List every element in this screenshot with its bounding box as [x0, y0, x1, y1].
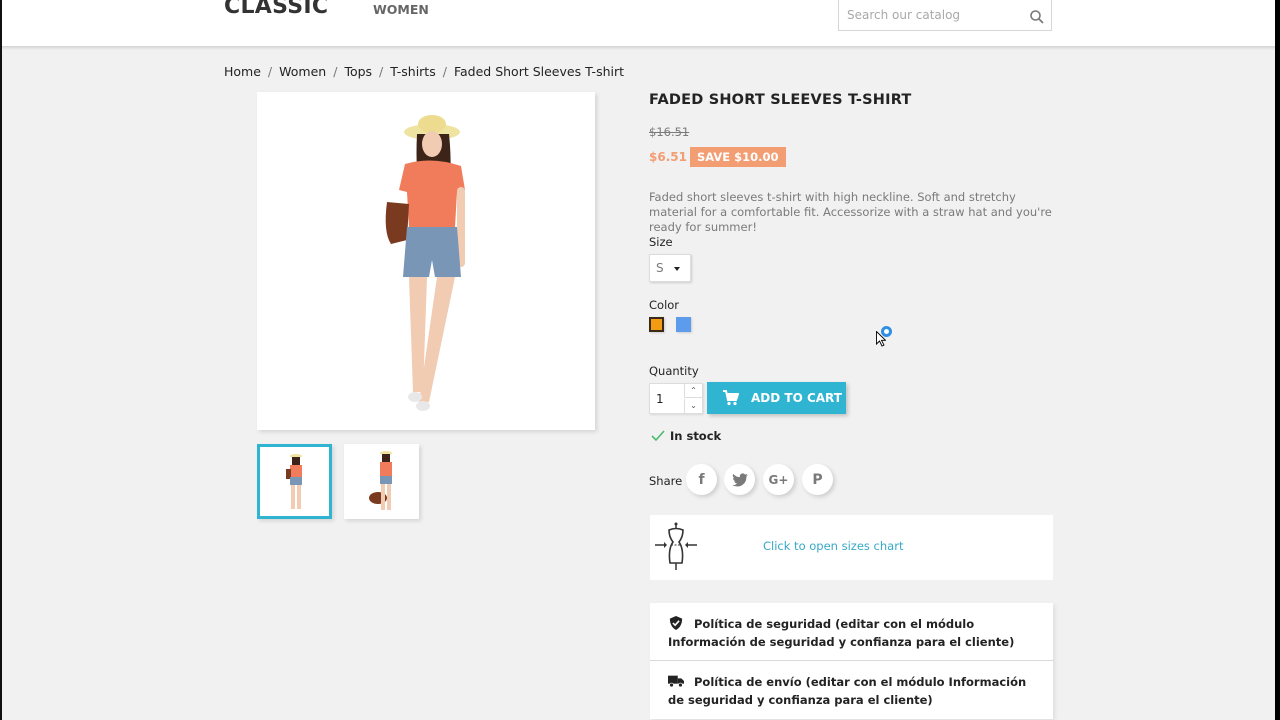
search-widget — [838, 0, 1052, 31]
share-label: Share — [649, 474, 683, 488]
search-input[interactable] — [847, 6, 1022, 24]
quantity-stepper: ⌃ ⌄ — [649, 383, 703, 414]
breadcrumb-separator: / — [442, 64, 447, 79]
truck-icon — [668, 675, 684, 688]
reassurance-text-security: Política de seguridad (editar con el mód… — [668, 617, 1015, 649]
size-value: S — [656, 261, 664, 275]
check-icon — [651, 430, 665, 442]
store-logo[interactable]: CLASSIC — [224, 0, 328, 19]
breadcrumb-current: Faded Short Sleeves T-shirt — [453, 64, 625, 79]
size-label: Size — [649, 235, 673, 249]
caret-down-icon — [674, 267, 680, 271]
reassurance-item-security: Política de seguridad (editar con el mód… — [650, 603, 1053, 661]
breadcrumb-separator: / — [267, 64, 273, 79]
breadcrumb-tops[interactable]: Tops — [344, 64, 372, 79]
model-illustration — [385, 115, 465, 411]
quantity-decrement-button[interactable]: ⌄ — [684, 399, 702, 413]
quantity-input[interactable] — [650, 384, 684, 413]
product-main-image[interactable] — [257, 92, 595, 430]
breadcrumb-women[interactable]: Women — [279, 64, 326, 79]
thumbnail-illustration — [286, 454, 302, 509]
share-facebook-button[interactable]: f — [686, 464, 717, 495]
mannequin-icon — [655, 522, 697, 570]
share-google-plus-button[interactable]: G+ — [763, 464, 794, 495]
reassurance-item-shipping: Política de envío (editar con el módulo … — [650, 661, 1053, 719]
add-to-cart-label: ADD TO CART — [751, 391, 842, 405]
stock-label: In stock — [670, 429, 722, 443]
pinterest-icon: P — [812, 471, 823, 488]
breadcrumb-home[interactable]: Home — [224, 64, 261, 79]
product-title: FADED SHORT SLEEVES T-SHIRT — [649, 92, 912, 108]
chevron-up-icon: ⌃ — [690, 386, 697, 395]
facebook-icon: f — [698, 471, 705, 488]
thumbnail-pose-with-bag[interactable] — [344, 444, 419, 519]
stock-status: In stock — [651, 429, 721, 443]
current-price: $6.51 — [649, 150, 687, 164]
shopping-cart-icon — [723, 390, 739, 406]
product-description: Faded short sleeves t-shirt with high ne… — [649, 190, 1052, 234]
breadcrumb-separator: / — [333, 64, 338, 79]
search-icon[interactable] — [1029, 9, 1045, 25]
reassurance-text-shipping: Política de envío (editar con el módulo … — [668, 675, 1027, 707]
quantity-increment-button[interactable]: ⌃ — [684, 384, 702, 398]
regular-price: $16.51 — [649, 125, 690, 139]
breadcrumb-separator: / — [379, 64, 384, 79]
share-pinterest-button[interactable]: P — [802, 464, 833, 495]
reassurance-block: Política de seguridad (editar con el mód… — [650, 603, 1053, 719]
nav-women[interactable]: WOMEN — [373, 2, 429, 17]
share-twitter-button[interactable] — [724, 464, 755, 495]
size-select[interactable]: S — [649, 254, 691, 282]
shield-check-icon — [669, 616, 683, 630]
sizes-chart-panel[interactable]: Click to open sizes chart — [650, 515, 1053, 580]
google-plus-icon: G+ — [768, 472, 789, 487]
window-edge-left — [0, 0, 2, 720]
site-header: CLASSIC WOMEN — [0, 0, 1280, 46]
discount-badge: SAVE $10.00 — [690, 147, 786, 167]
open-sizes-chart-link[interactable]: Click to open sizes chart — [763, 539, 903, 553]
color-swatch-blue[interactable] — [676, 317, 691, 332]
color-label: Color — [649, 298, 680, 312]
color-swatch-orange[interactable] — [649, 317, 664, 332]
twitter-icon — [731, 472, 748, 487]
quantity-label: Quantity — [649, 364, 699, 378]
loading-spinner-icon — [881, 326, 892, 337]
thumbnail-illustration — [369, 451, 392, 510]
window-edge-right — [1275, 0, 1280, 720]
chevron-down-icon: ⌄ — [690, 401, 697, 410]
thumbnail-front[interactable] — [257, 444, 332, 519]
breadcrumb-tshirts[interactable]: T-shirts — [390, 64, 435, 79]
add-to-cart-button[interactable]: ADD TO CART — [707, 382, 846, 414]
breadcrumb: Home / Women / Tops / T-shirts / Faded S… — [224, 64, 624, 79]
